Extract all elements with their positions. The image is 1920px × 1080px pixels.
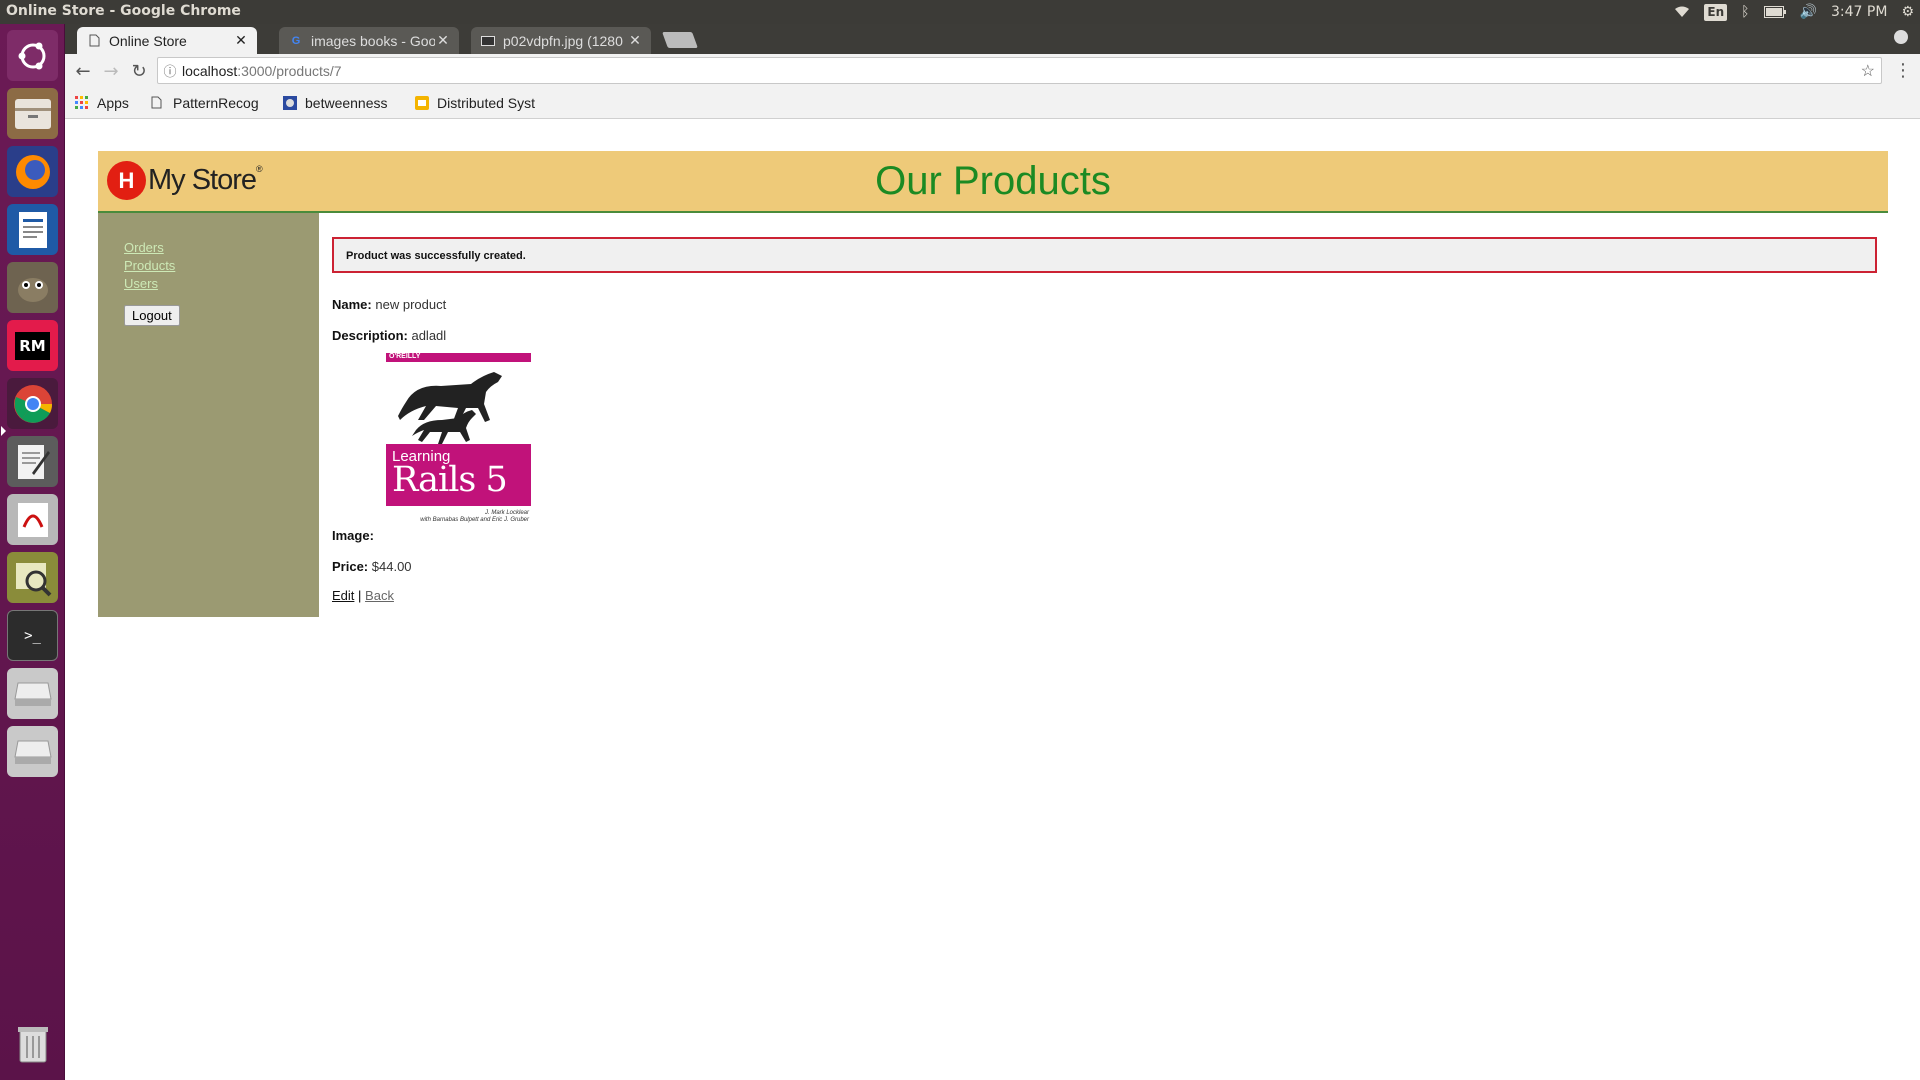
close-icon[interactable]: ✕ — [233, 32, 249, 49]
edit-link[interactable]: Edit — [332, 588, 354, 603]
page-icon — [151, 96, 165, 110]
site-icon — [283, 96, 297, 110]
book-authors: J. Mark Locklear with Barnabas Bulpett a… — [420, 510, 529, 523]
sidebar: Orders Products Users Logout — [98, 213, 319, 617]
url-path: :3000/products/7 — [237, 62, 342, 79]
writer-icon[interactable] — [7, 204, 58, 255]
terminal-icon[interactable]: >_ — [7, 610, 58, 661]
description-label: Description: — [332, 328, 408, 343]
bookmark-betweenness[interactable]: betweenness — [283, 95, 388, 111]
wifi-icon[interactable] — [1674, 2, 1690, 22]
firefox-icon[interactable] — [7, 146, 58, 197]
page-viewport: H My Store® Our Products Orders Products… — [65, 119, 1920, 1080]
info-icon[interactable]: ⓘ — [158, 61, 182, 80]
file-manager-icon[interactable] — [7, 88, 58, 139]
reload-icon[interactable]: ↻ — [126, 58, 152, 84]
page-title: Our Products — [875, 159, 1111, 203]
tab-image-file[interactable]: p02vdpfn.jpg (1280 ✕ — [471, 27, 651, 54]
image-field: O'REILLY Learning Rails 5 J. Mark Lockle… — [332, 353, 1877, 543]
bluetooth-icon[interactable]: ᛒ — [1741, 2, 1749, 22]
tab-title: Online Store — [109, 32, 187, 49]
bookmark-label: Apps — [97, 95, 129, 111]
tab-images-books[interactable]: G images books - Goo ✕ — [279, 27, 459, 54]
store-header: H My Store® Our Products — [98, 151, 1888, 213]
nav-link-users[interactable]: Users — [124, 275, 319, 293]
keyboard-language-indicator[interactable]: En — [1704, 3, 1728, 21]
back-icon[interactable]: ← — [70, 58, 96, 84]
name-value: new product — [375, 297, 447, 312]
bookmark-patternrecog[interactable]: PatternRecog — [151, 95, 259, 111]
bookmarks-bar: Apps PatternRecog betweenness Distribute… — [65, 88, 1920, 119]
image-viewer-icon[interactable] — [7, 552, 58, 603]
rubymine-icon[interactable]: RM — [7, 320, 58, 371]
browser-chrome: Online Store ✕ G images books - Goo ✕ p0… — [65, 24, 1920, 119]
product-detail: Product was successfully created. Name: … — [332, 237, 1877, 603]
system-indicators: En ᛒ 🔊 3:47 PM ⚙ — [1674, 2, 1914, 22]
volume-icon[interactable]: 🔊 — [1800, 2, 1817, 22]
window-title: Online Store - Google Chrome — [6, 3, 241, 19]
book-publisher: O'REILLY — [389, 353, 421, 360]
trash-icon[interactable] — [7, 1018, 58, 1069]
document-viewer-icon[interactable] — [7, 494, 58, 545]
toolbar: ← → ↻ ⓘ localhost:3000/products/7 ☆ ⋮ — [65, 54, 1920, 88]
clock[interactable]: 3:47 PM — [1831, 2, 1887, 22]
image-icon — [481, 34, 495, 48]
description-field: Description: adladl — [332, 328, 1877, 343]
horse-illustration — [386, 362, 531, 449]
bookmark-distributed-syst[interactable]: Distributed Syst — [415, 95, 535, 111]
menu-icon[interactable]: ⋮ — [1894, 60, 1912, 81]
ubuntu-dash-icon[interactable] — [7, 30, 58, 81]
new-tab-button[interactable] — [662, 32, 698, 48]
back-link[interactable]: Back — [365, 588, 394, 603]
tab-title: images books - Goo — [311, 32, 435, 49]
apps-grid-icon — [75, 96, 89, 110]
tab-title: p02vdpfn.jpg (1280 — [503, 32, 623, 49]
book-title: Rails 5 — [392, 460, 508, 500]
gear-icon[interactable]: ⚙ — [1901, 2, 1914, 22]
notice-message: Product was successfully created. — [332, 237, 1877, 273]
running-indicator — [1, 426, 6, 436]
bookmark-label: Distributed Syst — [437, 95, 536, 111]
forward-icon[interactable]: → — [98, 58, 124, 84]
drive-icon[interactable] — [7, 668, 58, 719]
bookmark-apps[interactable]: Apps — [75, 95, 129, 111]
top-panel: Online Store - Google Chrome En ᛒ 🔊 3:47… — [0, 0, 1920, 24]
link-separator: | — [358, 588, 362, 603]
chrome-icon[interactable] — [7, 378, 58, 429]
nav-link-products[interactable]: Products — [124, 257, 319, 275]
battery-icon[interactable] — [1763, 2, 1786, 22]
profile-icon[interactable] — [1894, 30, 1908, 44]
nav-link-orders[interactable]: Orders — [124, 239, 319, 257]
drive-icon[interactable] — [7, 726, 58, 777]
product-image: O'REILLY Learning Rails 5 J. Mark Lockle… — [386, 353, 531, 525]
action-links: Edit | Back — [332, 588, 1877, 603]
close-icon[interactable]: ✕ — [627, 32, 643, 49]
tab-strip: Online Store ✕ G images books - Goo ✕ p0… — [65, 24, 1920, 54]
bookmark-label: PatternRecog — [173, 95, 259, 111]
close-icon[interactable]: ✕ — [435, 32, 451, 49]
price-field: Price: $44.00 — [332, 559, 1877, 574]
name-label: Name: — [332, 297, 372, 312]
gimp-icon[interactable] — [7, 262, 58, 313]
url-host: localhost — [182, 62, 238, 79]
text-editor-icon[interactable] — [7, 436, 58, 487]
page-icon — [87, 34, 101, 48]
image-label: Image: — [332, 528, 374, 543]
google-icon: G — [291, 34, 301, 47]
price-label: Price: — [332, 559, 369, 574]
tab-online-store[interactable]: Online Store ✕ — [77, 27, 257, 54]
logout-button[interactable]: Logout — [124, 305, 180, 326]
address-bar[interactable]: ⓘ localhost:3000/products/7 ☆ — [157, 57, 1882, 84]
price-value: $44.00 — [371, 559, 412, 574]
description-value: adladl — [411, 328, 447, 343]
bookmark-star-icon[interactable]: ☆ — [1861, 61, 1875, 81]
name-field: Name: new product — [332, 297, 1877, 312]
slides-icon — [415, 96, 429, 110]
bookmark-label: betweenness — [305, 95, 388, 111]
launcher: RM >_ — [0, 24, 65, 1080]
